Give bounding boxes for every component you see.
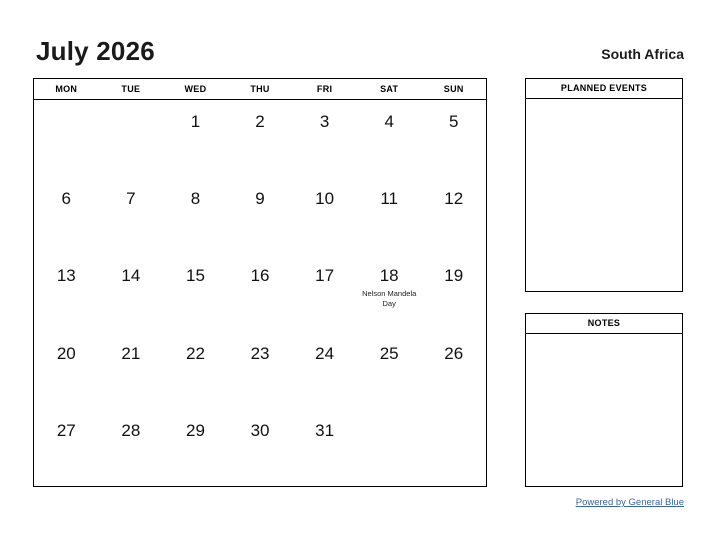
calendar-day-cell[interactable]: 7 [99, 177, 164, 254]
calendar-day-cell[interactable]: 14 [99, 254, 164, 331]
calendar-day-cell-empty [421, 409, 486, 486]
calendar-grid: MON TUE WED THU FRI SAT SUN 1 2 3 4 5 6 7 8 9 10 11 12 13 1… [33, 78, 487, 487]
calendar-day-cell[interactable]: 9 [228, 177, 293, 254]
day-number: 8 [190, 189, 201, 209]
day-number: 10 [315, 189, 335, 209]
calendar-day-cell-empty [34, 100, 99, 177]
day-number: 2 [255, 112, 265, 131]
weekday-header-sun: SUN [443, 84, 464, 94]
calendar-day-cell[interactable]: 11 [357, 177, 422, 254]
calendar-day-cell[interactable]: 2 [228, 100, 293, 177]
calendar-day-cell[interactable]: 5 [421, 100, 486, 177]
day-number: 22 [185, 343, 205, 363]
weekday-header-mon: MON [55, 84, 78, 94]
calendar-day-cell-empty [357, 409, 422, 486]
day-number: 1 [190, 112, 201, 131]
calendar-weeks: 1 2 3 4 5 6 7 8 9 10 11 12 13 14 15 16 17 18 Nelson Mandel… [34, 100, 486, 486]
day-number: 4 [384, 112, 394, 131]
calendar-day-cell[interactable]: 12 [421, 177, 486, 254]
panel-notes: NOTES [525, 313, 683, 487]
calendar-day-cell[interactable]: 13 [34, 254, 99, 331]
calendar-day-cell[interactable]: 30 [228, 409, 293, 486]
calendar-day-cell[interactable]: 25 [357, 332, 422, 409]
day-number: 29 [185, 420, 205, 440]
day-number: 17 [315, 266, 335, 286]
weekday-header-row: MON TUE WED THU FRI SAT SUN [34, 79, 486, 100]
day-number: 12 [444, 189, 464, 209]
panel-notes-body[interactable] [526, 334, 682, 486]
weekday-header-fri: FRI [316, 84, 333, 94]
calendar-day-cell[interactable]: 28 [99, 409, 164, 486]
day-number: 24 [315, 343, 335, 363]
calendar-day-cell[interactable]: 22 [163, 332, 228, 409]
calendar-day-cell[interactable]: 15 [163, 254, 228, 331]
calendar-day-cell[interactable]: 20 [34, 332, 99, 409]
panel-planned-events-body[interactable] [526, 99, 682, 291]
day-number: 14 [121, 266, 141, 286]
weekday-header-wed: WED [184, 84, 207, 94]
calendar-day-cell[interactable]: 31 [292, 409, 357, 486]
weekday-header-sat: SAT [380, 84, 399, 94]
panel-planned-events: PLANNED EVENTS [525, 78, 683, 292]
day-number: 27 [56, 420, 76, 440]
day-number: 30 [250, 420, 270, 440]
calendar-day-cell[interactable]: 8 [163, 177, 228, 254]
calendar-day-cell[interactable]: 27 [34, 409, 99, 486]
day-number: 6 [61, 189, 72, 209]
calendar-day-cell[interactable]: 19 [421, 254, 486, 331]
day-number: 25 [379, 343, 399, 363]
calendar-day-cell[interactable]: 17 [292, 254, 357, 331]
calendar-day-cell[interactable]: 29 [163, 409, 228, 486]
day-number: 13 [56, 266, 76, 286]
calendar-day-cell[interactable]: 23 [228, 332, 293, 409]
calendar-week-row: 1 2 3 4 5 [34, 100, 486, 177]
calendar-day-cell[interactable]: 6 [34, 177, 99, 254]
day-number: 21 [121, 343, 141, 363]
calendar-day-cell-empty [99, 100, 164, 177]
calendar-day-cell[interactable]: 16 [228, 254, 293, 331]
calendar-week-row: 13 14 15 16 17 18 Nelson Mandela Day 19 [34, 254, 486, 331]
calendar-day-cell[interactable]: 24 [292, 332, 357, 409]
page-title: July 2026 [36, 36, 155, 66]
calendar-day-cell[interactable]: 18 Nelson Mandela Day [357, 254, 422, 331]
region-label: South Africa [601, 46, 684, 62]
calendar-week-row: 20 21 22 23 24 25 26 [34, 332, 486, 409]
calendar-day-cell[interactable]: 4 [357, 100, 422, 177]
calendar-day-cell[interactable]: 26 [421, 332, 486, 409]
day-number: 7 [126, 189, 136, 209]
day-number: 19 [444, 266, 464, 286]
day-number: 18 [379, 266, 399, 286]
day-number: 11 [380, 189, 398, 209]
day-number: 3 [319, 112, 330, 131]
weekday-header-tue: TUE [121, 84, 141, 94]
day-holiday-label: Nelson Mandela Day [362, 289, 417, 308]
powered-by-link[interactable]: Powered by General Blue [576, 497, 684, 509]
panel-planned-events-title: PLANNED EVENTS [526, 79, 682, 99]
calendar-week-row: 27 28 29 30 31 [34, 409, 486, 486]
day-number: 31 [315, 420, 335, 440]
panel-notes-title: NOTES [526, 314, 682, 334]
day-number: 16 [250, 266, 270, 286]
day-number: 23 [250, 343, 270, 363]
day-number: 9 [255, 189, 265, 209]
day-number: 5 [449, 112, 459, 131]
day-number: 15 [185, 266, 205, 286]
day-number: 20 [56, 343, 76, 363]
calendar-day-cell[interactable]: 3 [292, 100, 357, 177]
weekday-header-thu: THU [250, 84, 270, 94]
calendar-day-cell[interactable]: 1 [163, 100, 228, 177]
day-number: 26 [444, 343, 464, 363]
calendar-day-cell[interactable]: 21 [99, 332, 164, 409]
calendar-day-cell[interactable]: 10 [292, 177, 357, 254]
day-number: 28 [121, 420, 141, 440]
calendar-week-row: 6 7 8 9 10 11 12 [34, 177, 486, 254]
